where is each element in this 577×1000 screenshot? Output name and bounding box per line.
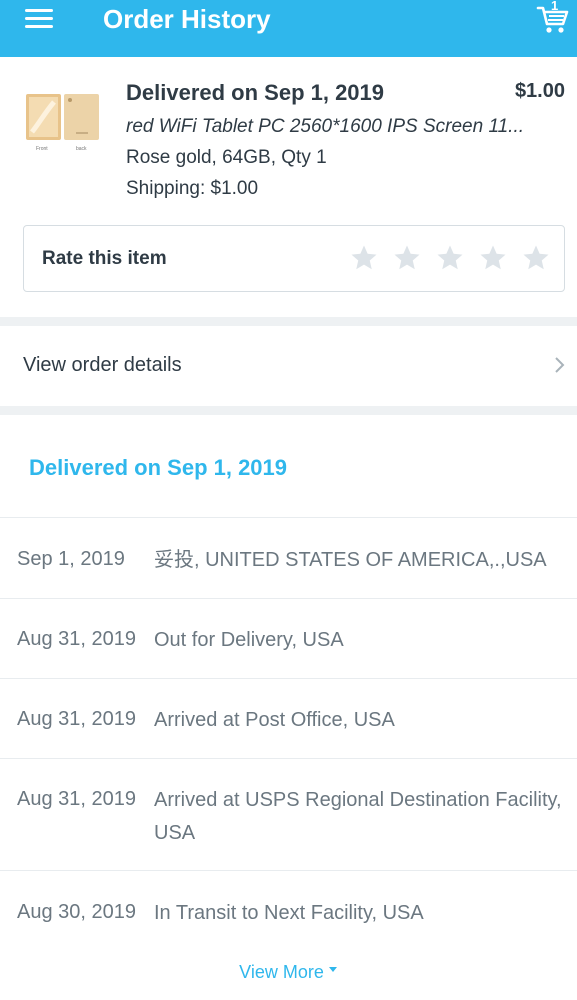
chevron-right-icon <box>555 357 565 373</box>
view-order-details-label: View order details <box>23 354 182 376</box>
star-3-icon[interactable] <box>428 240 471 276</box>
product-thumbnail[interactable] <box>24 92 102 152</box>
tracking-event-row: Aug 31, 2019 Out for Delivery, USA <box>0 598 577 678</box>
tracking-event-description: Out for Delivery, USA <box>154 629 344 651</box>
cart-count-badge: 1 <box>551 0 559 13</box>
thumbnail-back-label: back <box>76 146 87 152</box>
tracking-event-date: Aug 31, 2019 <box>17 628 136 650</box>
view-more-button[interactable]: View More <box>0 962 577 983</box>
order-status-title: Delivered on Sep 1, 2019 <box>126 80 385 105</box>
product-variant: Rose gold, 64GB, Qty 1 <box>126 147 327 168</box>
tracking-event-row: Sep 1, 2019 妥投, UNITED STATES OF AMERICA… <box>0 517 577 598</box>
tracking-event-row: Aug 31, 2019 Arrived at USPS Regional De… <box>0 758 577 870</box>
view-order-details-row[interactable]: View order details <box>0 326 577 406</box>
star-rating <box>342 240 557 276</box>
product-shipping: Shipping: $1.00 <box>126 178 259 199</box>
tracking-event-description: Arrived at Post Office, USA <box>154 709 395 731</box>
star-5-icon[interactable] <box>514 240 557 276</box>
rate-item-box: Rate this item <box>23 225 565 292</box>
section-divider <box>0 406 577 415</box>
tracking-event-description: 妥投, UNITED STATES OF AMERICA,.,USA <box>154 549 547 571</box>
star-1-icon[interactable] <box>342 240 385 276</box>
tracking-heading: Delivered on Sep 1, 2019 <box>29 455 288 480</box>
view-more-label: View More <box>239 962 324 982</box>
tracking-event-description: In Transit to Next Facility, USA <box>154 902 424 924</box>
tracking-event-date: Aug 31, 2019 <box>17 788 136 810</box>
chevron-down-icon <box>328 967 337 972</box>
menu-icon[interactable] <box>25 9 53 29</box>
section-divider <box>0 317 577 326</box>
star-2-icon[interactable] <box>385 240 428 276</box>
tracking-event-date: Sep 1, 2019 <box>17 548 125 570</box>
tracking-event-row: Aug 30, 2019 In Transit to Next Facility… <box>0 870 577 952</box>
tracking-event-date: Aug 31, 2019 <box>17 708 136 730</box>
product-name[interactable]: red WiFi Tablet PC 2560*1600 IPS Screen … <box>126 116 566 138</box>
app-header: Order History 1 <box>0 0 577 57</box>
star-4-icon[interactable] <box>471 240 514 276</box>
page-title: Order History <box>103 4 271 34</box>
order-price: $1.00 <box>514 80 565 102</box>
tracking-event-description: Arrived at USPS Regional Destination Fac… <box>154 789 562 844</box>
thumbnail-front-label: Front <box>36 146 48 152</box>
rate-item-label: Rate this item <box>42 248 167 269</box>
tracking-event-row: Aug 31, 2019 Arrived at Post Office, USA <box>0 678 577 758</box>
tracking-event-date: Aug 30, 2019 <box>17 901 136 923</box>
